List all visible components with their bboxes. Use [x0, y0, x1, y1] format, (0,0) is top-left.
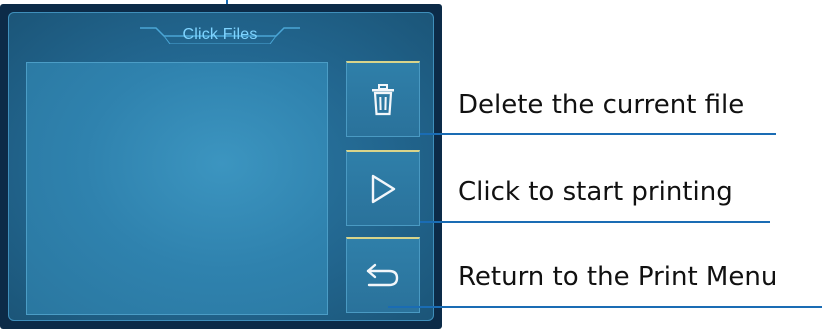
delete-file-button[interactable]	[346, 61, 420, 137]
callout-print-label: Click to start printing	[458, 177, 733, 207]
page-title: Click Files	[182, 26, 258, 43]
callout-delete-label: Delete the current file	[458, 90, 745, 120]
trash-icon	[368, 83, 398, 117]
callout-print-line	[420, 221, 770, 223]
file-list-panel[interactable]	[26, 62, 328, 315]
printer-screen: Click Files	[0, 4, 442, 329]
header-tab: Click Files	[140, 14, 300, 44]
return-arrow-icon	[365, 261, 401, 291]
callout-delete-line	[420, 133, 776, 135]
back-button[interactable]	[346, 237, 420, 313]
start-print-button[interactable]	[346, 150, 420, 226]
play-icon	[368, 173, 398, 205]
callout-back-line	[388, 306, 822, 308]
callout-back-label: Return to the Print Menu	[458, 262, 778, 292]
